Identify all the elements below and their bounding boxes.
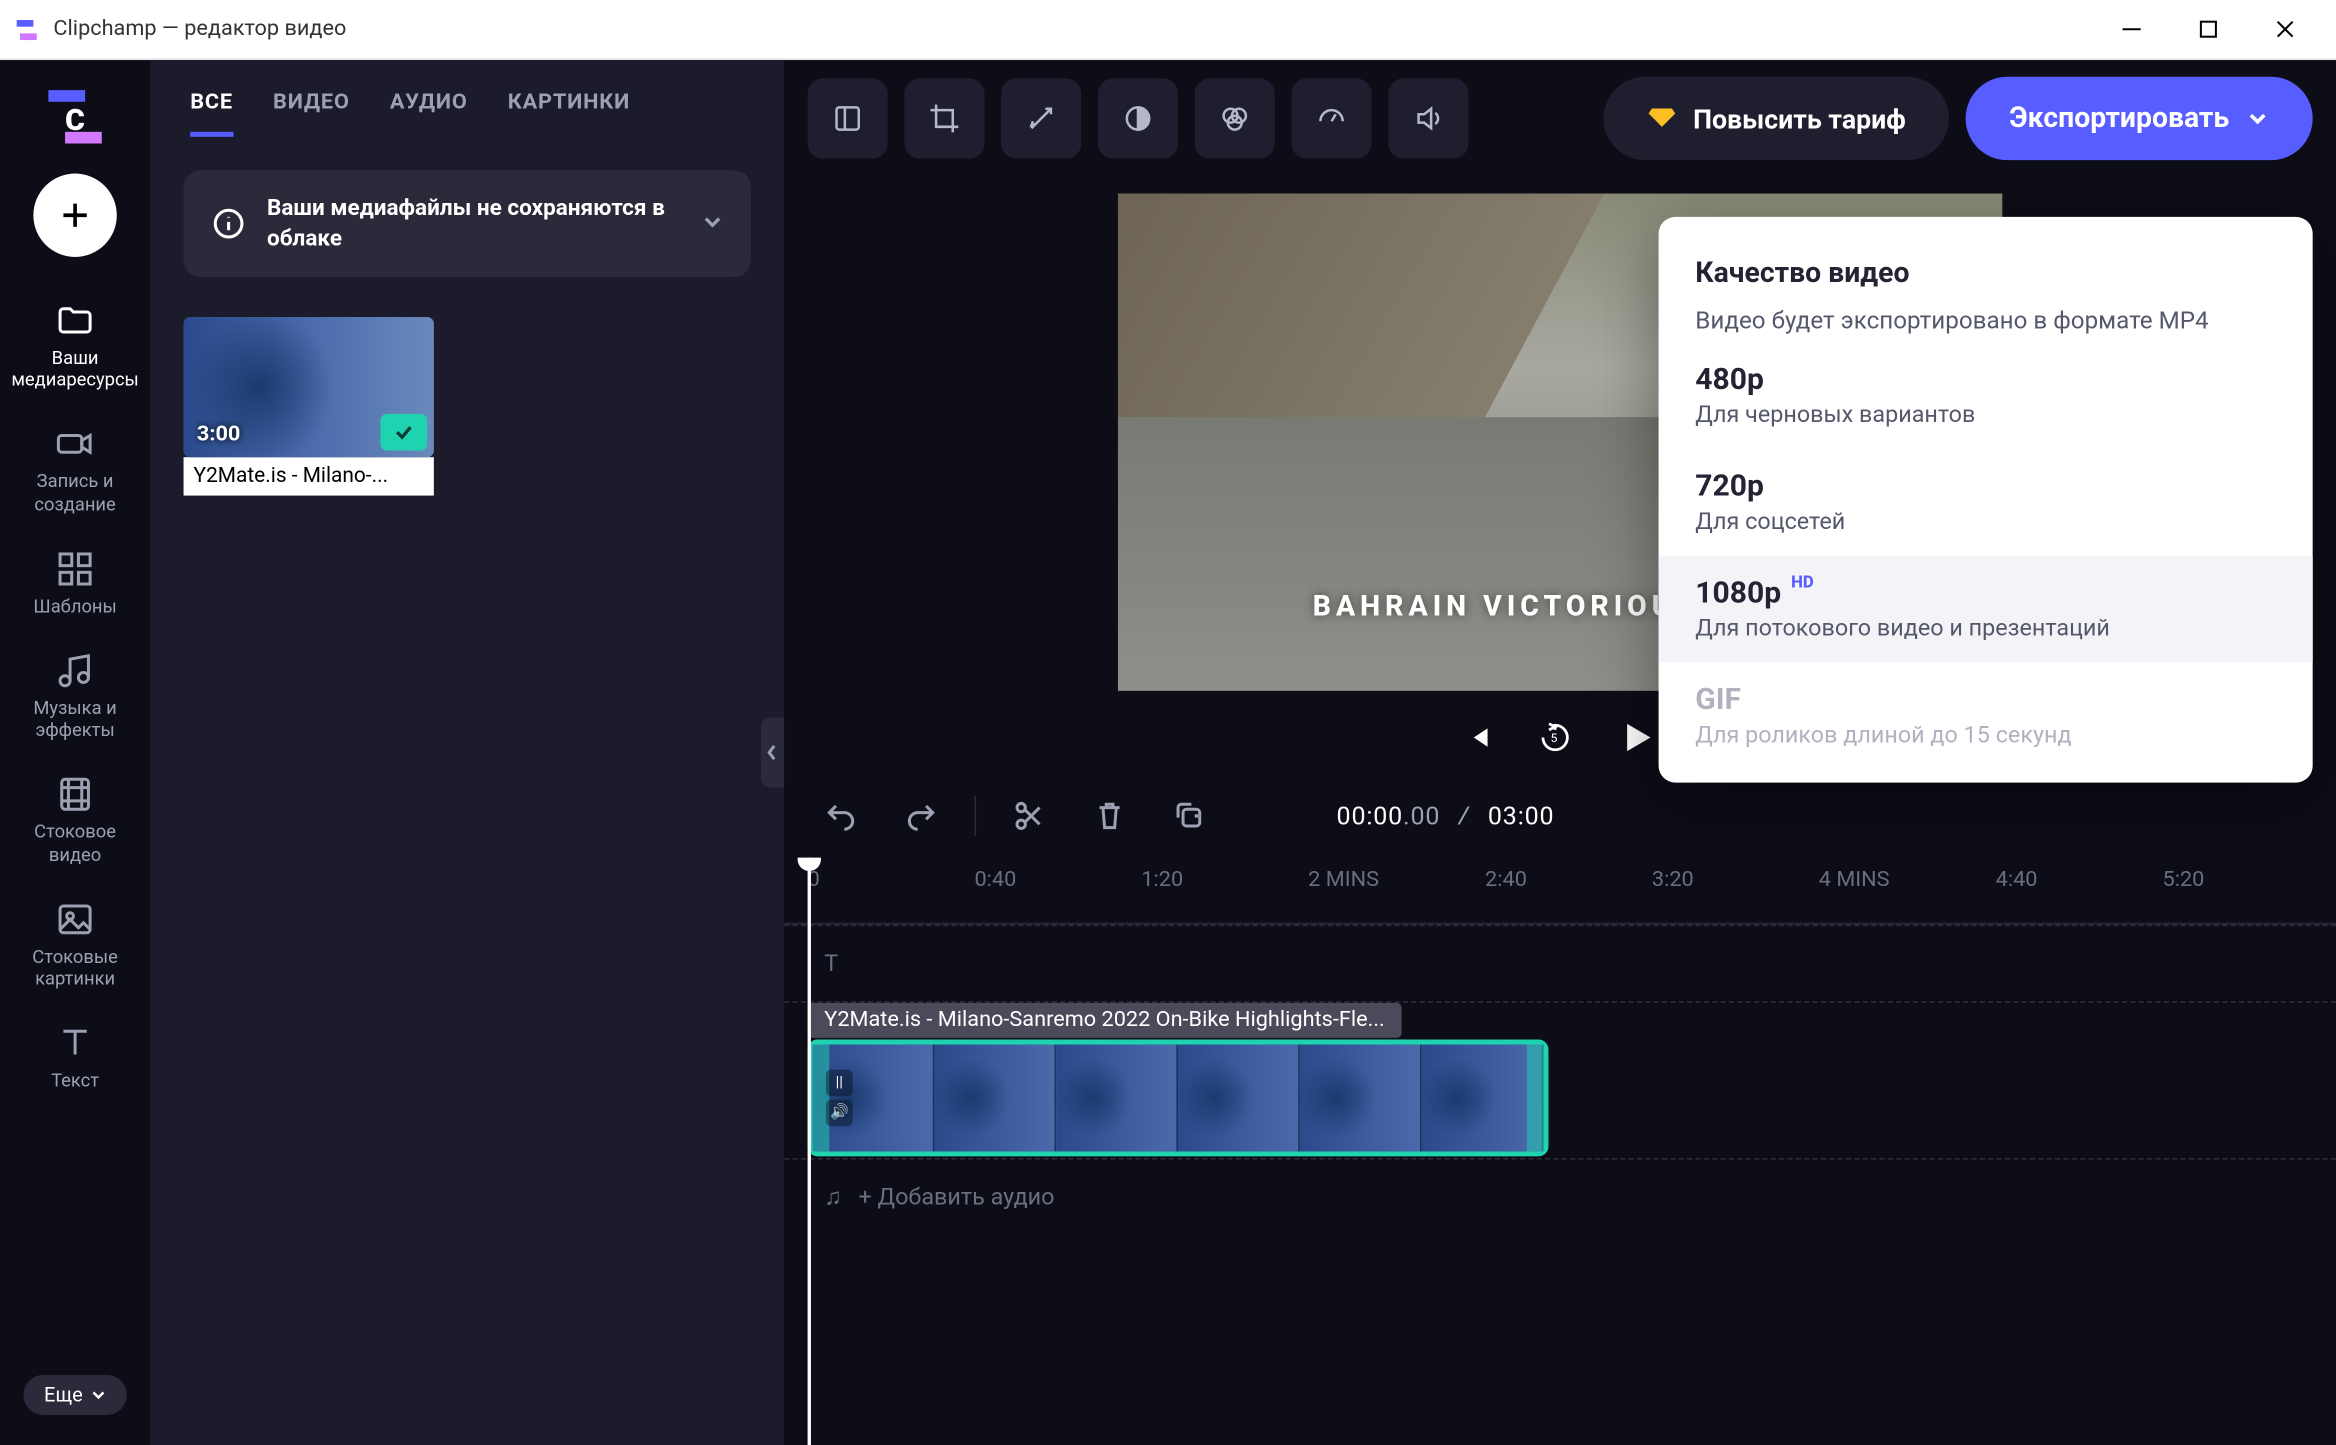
media-duration: 3:00 <box>197 423 240 448</box>
more-button[interactable]: Еще <box>24 1375 126 1415</box>
video-clip[interactable]: || 🔊 <box>808 1040 1549 1157</box>
skip-start-button[interactable] <box>1460 719 1497 756</box>
media-name: Y2Mate.is - Milano-... <box>184 458 434 496</box>
sidebar-item-templates[interactable]: Шаблоны <box>8 539 141 628</box>
contrast-button[interactable] <box>1098 78 1178 158</box>
folder-icon <box>55 300 95 340</box>
app-icon <box>13 16 40 43</box>
clip-trim-right[interactable] <box>1527 1045 1544 1152</box>
hd-badge: HD <box>1791 574 1814 592</box>
tab-video[interactable]: ВИДЕО <box>273 90 350 137</box>
timeline-time: 00:00.00 / 03:00 <box>1337 800 1555 832</box>
minimize-button[interactable] <box>2092 4 2169 54</box>
export-quality-menu: Качество видео Видео будет экспортирован… <box>1659 217 2313 783</box>
filters-button[interactable] <box>1195 78 1275 158</box>
clip-pause-icon: || <box>826 1070 853 1097</box>
speed-button[interactable] <box>1291 78 1371 158</box>
top-toolbar: Повысить тариф Экспортировать <box>784 60 2336 177</box>
app-title: Clipchamp — редактор видео <box>53 17 2092 42</box>
undo-button[interactable] <box>808 783 875 850</box>
tab-images[interactable]: КАРТИНКИ <box>508 90 630 137</box>
titlebar: Clipchamp — редактор видео <box>0 0 2336 60</box>
sidebar-item-record[interactable]: Запись и создание <box>8 414 141 525</box>
sidebar-item-label: Стоковое видео <box>8 821 141 865</box>
text-icon: T <box>824 950 838 977</box>
tab-all[interactable]: ВСЕ <box>190 90 233 137</box>
chevron-down-icon <box>89 1387 106 1404</box>
sidebar-item-music[interactable]: Музыка и эффекты <box>8 641 141 752</box>
sidebar-item-text[interactable]: Текст <box>8 1013 141 1102</box>
camera-icon <box>55 424 95 464</box>
music-icon: ♫ <box>824 1183 842 1211</box>
export-menu-title: Качество видео <box>1695 257 2276 290</box>
split-button[interactable] <box>996 783 1063 850</box>
sidebar-item-label: Ваши медиаресурсы <box>8 347 141 391</box>
export-menu-subtitle: Видео будет экспортировано в формате MP4 <box>1695 307 2276 335</box>
timeline-ruler[interactable]: 0 0:40 1:20 2 MINS 2:40 3:20 4 MINS 4:40… <box>784 858 2336 925</box>
magic-button[interactable] <box>1001 78 1081 158</box>
video-track: Y2Mate.is - Milano-Sanremo 2022 On-Bike … <box>784 1001 2336 1158</box>
export-option-gif[interactable]: GIF Для роликов длиной до 15 секунд <box>1659 662 2313 769</box>
sidebar-item-media[interactable]: Ваши медиаресурсы <box>8 290 141 401</box>
editor-content: Повысить тариф Экспортировать BAHRAIN VI… <box>784 60 2336 1445</box>
maximize-button[interactable] <box>2169 4 2246 54</box>
upgrade-label: Повысить тариф <box>1693 103 1906 135</box>
more-label: Еще <box>44 1383 83 1406</box>
playhead[interactable] <box>808 858 811 1445</box>
media-panel: ВСЕ ВИДЕО АУДИО КАРТИНКИ Ваши медиафайлы… <box>150 60 784 1445</box>
media-thumbnail: 3:00 <box>184 318 434 458</box>
text-track-placeholder[interactable]: T <box>784 924 2336 1001</box>
play-button[interactable] <box>1614 714 1661 761</box>
export-label: Экспортировать <box>2009 102 2229 135</box>
collapse-panel-button[interactable] <box>761 717 784 787</box>
left-sidebar: C Ваши медиаресурсы Запись и создание Ша… <box>0 60 150 1445</box>
timeline-toolbar: 00:00.00 / 03:00 <box>784 774 2336 857</box>
media-item[interactable]: 3:00 Y2Mate.is - Milano-... <box>184 318 434 497</box>
add-audio-label: + Добавить аудио <box>858 1184 1054 1211</box>
export-option-1080p[interactable]: 1080pHD Для потокового видео и презентац… <box>1659 556 2313 663</box>
check-icon <box>380 415 427 452</box>
logo[interactable]: C <box>42 83 109 150</box>
templates-icon <box>55 549 95 589</box>
audio-track-placeholder[interactable]: ♫ + Добавить аудио <box>784 1158 2336 1235</box>
music-icon <box>55 651 95 691</box>
add-media-button[interactable] <box>33 174 116 257</box>
export-button[interactable]: Экспортировать <box>1966 77 2313 160</box>
alert-text: Ваши медиафайлы не сохраняются в облаке <box>267 194 681 255</box>
export-option-480p[interactable]: 480p Для черновых вариантов <box>1659 342 2313 449</box>
clip-sound-icon: 🔊 <box>826 1100 853 1127</box>
media-tabs: ВСЕ ВИДЕО АУДИО КАРТИНКИ <box>150 60 784 157</box>
image-icon <box>55 899 95 939</box>
sidebar-item-label: Музыка и эффекты <box>8 697 141 741</box>
export-option-720p[interactable]: 720p Для соцсетей <box>1659 449 2313 556</box>
timeline[interactable]: 0 0:40 1:20 2 MINS 2:40 3:20 4 MINS 4:40… <box>784 858 2336 1445</box>
info-icon <box>210 206 247 243</box>
volume-button[interactable] <box>1388 78 1468 158</box>
sidebar-item-stock-video[interactable]: Стоковое видео <box>8 765 141 876</box>
svg-text:5: 5 <box>1551 731 1558 745</box>
sidebar-item-label: Запись и создание <box>8 471 141 515</box>
close-button[interactable] <box>2246 4 2323 54</box>
chevron-down-icon <box>701 208 724 240</box>
film-icon <box>55 775 95 815</box>
rewind-5-button[interactable]: 5 <box>1537 719 1574 756</box>
crop-button[interactable] <box>904 78 984 158</box>
tab-audio[interactable]: АУДИО <box>390 90 468 137</box>
sidebar-item-stock-images[interactable]: Стоковые картинки <box>8 889 141 1000</box>
upgrade-button[interactable]: Повысить тариф <box>1603 77 1949 160</box>
sidebar-item-label: Текст <box>51 1070 99 1092</box>
diamond-icon <box>1646 100 1676 137</box>
sidebar-item-label: Стоковые картинки <box>8 946 141 990</box>
clip-label: Y2Mate.is - Milano-Sanremo 2022 On-Bike … <box>808 1003 1402 1038</box>
layout-button[interactable] <box>808 78 888 158</box>
chevron-down-icon <box>2246 107 2269 130</box>
duplicate-button[interactable] <box>1156 783 1223 850</box>
text-icon <box>55 1023 95 1063</box>
sidebar-item-label: Шаблоны <box>33 595 116 617</box>
cloud-storage-alert[interactable]: Ваши медиафайлы не сохраняются в облаке <box>184 170 751 278</box>
delete-button[interactable] <box>1076 783 1143 850</box>
redo-button[interactable] <box>888 783 955 850</box>
